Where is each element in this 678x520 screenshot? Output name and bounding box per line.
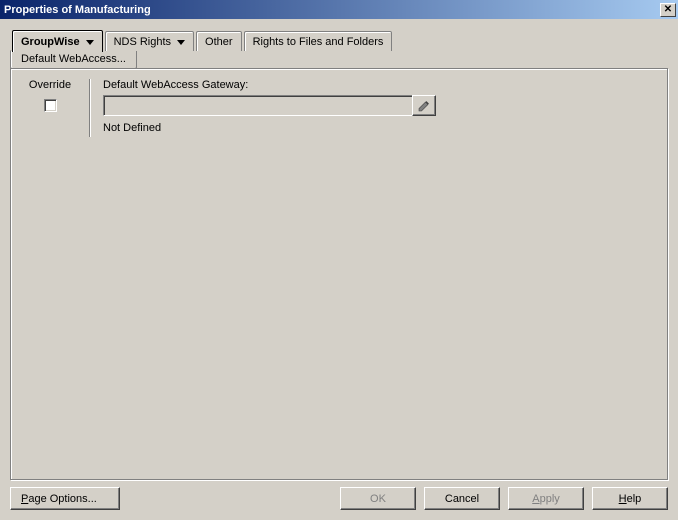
override-column: Override [23,79,77,137]
tab-label: GroupWise [21,36,80,48]
button-bar: Page Options... OK Cancel Apply Help [10,487,668,512]
gateway-field-row [103,95,655,116]
tab-other[interactable]: Other [196,31,242,51]
ok-button[interactable]: OK [340,487,416,510]
help-button[interactable]: Help [592,487,668,510]
pencil-icon [418,100,430,112]
cancel-button[interactable]: Cancel [424,487,500,510]
apply-button[interactable]: Apply [508,487,584,510]
tab-bar: GroupWise NDS Rights Other Rights to Fil… [12,29,668,51]
chevron-down-icon [86,40,94,45]
vertical-separator [89,79,91,137]
tab-nds-rights[interactable]: NDS Rights [105,31,194,51]
properties-panel: Override Default WebAccess Gateway: Not … [10,68,668,480]
tab-label: Rights to Files and Folders [253,36,384,48]
subtab-label: Default WebAccess... [21,53,126,65]
gateway-column: Default WebAccess Gateway: Not Defined [103,79,655,137]
client-area: GroupWise NDS Rights Other Rights to Fil… [0,19,678,520]
chevron-down-icon [177,40,185,45]
subtab-default-webaccess[interactable]: Default WebAccess... [10,50,137,69]
titlebar: Properties of Manufacturing ✕ [0,0,678,19]
gateway-status: Not Defined [103,122,655,134]
button-label: Help [619,493,642,505]
button-label: Cancel [445,493,479,505]
override-checkbox[interactable] [44,99,57,112]
button-label: OK [370,493,386,505]
tab-label: NDS Rights [114,36,171,48]
sub-tab-bar: Default WebAccess... [10,50,668,69]
button-label: Page Options... [21,493,97,505]
close-icon: ✕ [664,5,672,15]
tab-rights-files-folders[interactable]: Rights to Files and Folders [244,31,393,51]
gateway-label: Default WebAccess Gateway: [103,79,655,91]
close-button[interactable]: ✕ [660,3,676,17]
page-options-button[interactable]: Page Options... [10,487,120,510]
tab-groupwise[interactable]: GroupWise [12,30,103,52]
window-title: Properties of Manufacturing [4,4,151,16]
tab-label: Other [205,36,233,48]
override-label: Override [23,79,77,91]
gateway-input[interactable] [103,95,413,116]
content-row: Override Default WebAccess Gateway: Not … [23,79,655,137]
gateway-edit-button[interactable] [412,95,436,116]
button-label: Apply [532,493,560,505]
